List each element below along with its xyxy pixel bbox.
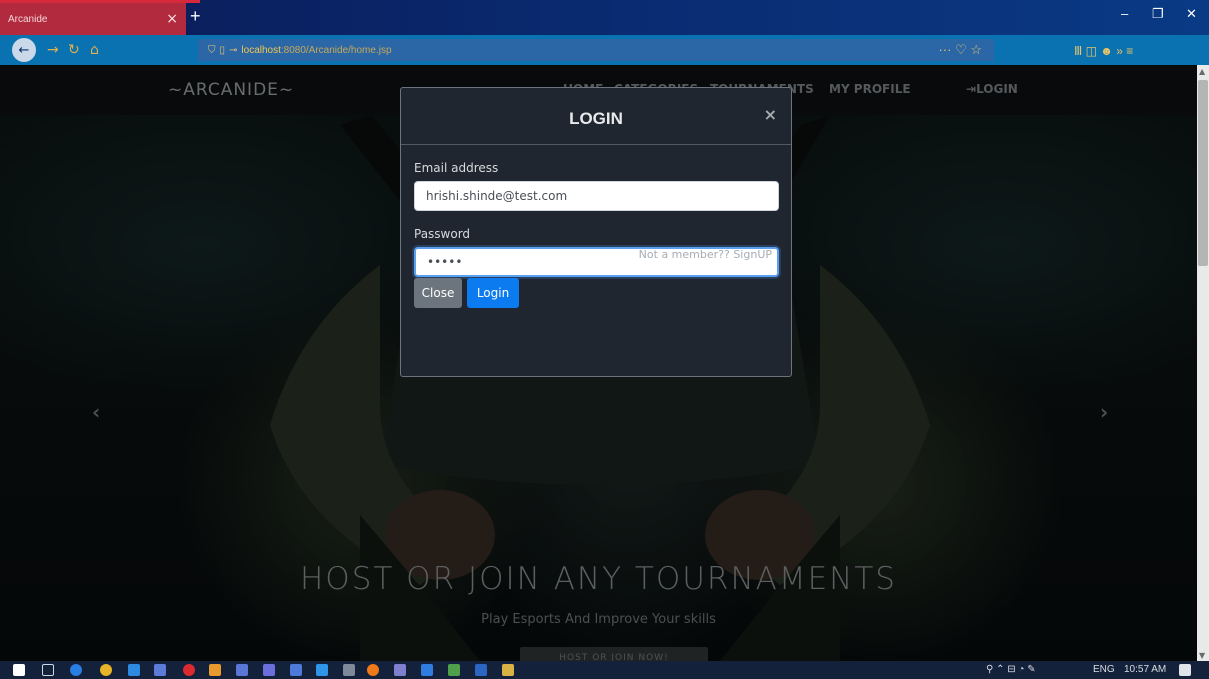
- app-icon-10[interactable]: [448, 664, 460, 676]
- new-tab-button[interactable]: +: [190, 6, 201, 27]
- tab-close-icon[interactable]: ×: [166, 11, 178, 27]
- email-label: Email address: [414, 161, 499, 175]
- browser-tab[interactable]: Arcanide ×: [0, 3, 186, 35]
- file-explorer-icon[interactable]: [502, 664, 514, 676]
- close-button[interactable]: Close: [414, 278, 462, 308]
- firefox-icon[interactable]: [367, 664, 379, 676]
- scrollbar-thumb[interactable]: [1198, 80, 1208, 266]
- url-bar[interactable]: ⛉ ▯ ⊸ localhost :8080/Arcanide/home.jsp …: [198, 39, 994, 61]
- app-icon-2[interactable]: [154, 664, 166, 676]
- minimize-button[interactable]: –: [1121, 6, 1128, 21]
- windows-start-icon[interactable]: [13, 664, 25, 676]
- scroll-up-icon[interactable]: ▲: [1199, 67, 1205, 76]
- url-actions[interactable]: ··· ♡ ☆: [938, 42, 982, 58]
- url-host: localhost: [241, 44, 281, 56]
- toolbar-extensions[interactable]: Ⅲ ◫ ☻ » ≡: [1074, 44, 1133, 58]
- app-icon-3[interactable]: [209, 664, 221, 676]
- tray-clock[interactable]: 10:57 AM: [1124, 664, 1166, 675]
- windows-taskbar: ⚲ ⌃ ⊟ ◔ ✎ ENG 10:57 AM: [0, 661, 1209, 679]
- tab-title: Arcanide: [8, 13, 48, 25]
- app-icon-7[interactable]: [343, 664, 355, 676]
- page-info-icon: ▯: [219, 44, 226, 56]
- app-icon-4[interactable]: [236, 664, 248, 676]
- login-button[interactable]: Login: [467, 278, 519, 308]
- app-icon-8[interactable]: [394, 664, 406, 676]
- opera-icon[interactable]: [183, 664, 195, 676]
- modal-close-icon[interactable]: ×: [764, 105, 777, 124]
- task-view-icon[interactable]: [42, 664, 54, 676]
- url-path: :8080/Arcanide/home.jsp: [280, 44, 392, 56]
- modal-header: LOGIN ×: [401, 88, 791, 145]
- forward-icon[interactable]: →: [47, 42, 59, 58]
- browser-navigation-bar: ← → ↻ ⌂ ⛉ ▯ ⊸ localhost :8080/Arcanide/h…: [0, 35, 1209, 65]
- app-icon-6[interactable]: [316, 664, 328, 676]
- tray-icons[interactable]: ⚲ ⌃ ⊟ ◔ ✎: [986, 664, 1036, 675]
- app-icon-1[interactable]: [70, 664, 82, 676]
- back-button[interactable]: ←: [12, 38, 36, 62]
- browser-tab-strip: Arcanide × + – ❐ ✕: [0, 0, 1209, 35]
- email-field[interactable]: [414, 181, 779, 211]
- word-icon[interactable]: [475, 664, 487, 676]
- login-modal: LOGIN × Email address Password Not a mem…: [400, 87, 792, 377]
- password-label: Password: [414, 227, 471, 241]
- chrome-icon[interactable]: [100, 664, 112, 676]
- signup-link[interactable]: Not a member?? SignUP: [639, 248, 772, 261]
- scroll-down-icon[interactable]: ▼: [1199, 651, 1205, 660]
- window-close-button[interactable]: ✕: [1186, 6, 1197, 22]
- tray-language[interactable]: ENG: [1093, 664, 1115, 675]
- home-icon[interactable]: ⌂: [90, 42, 99, 58]
- reload-icon[interactable]: ↻: [68, 42, 80, 58]
- teams-icon[interactable]: [290, 664, 302, 676]
- connection-icon: ⊸: [229, 44, 238, 56]
- web-page: ~ARCANIDE~ HOME CATEGORIES TOURNAMENTS M…: [0, 65, 1197, 661]
- app-icon-5[interactable]: [263, 664, 275, 676]
- restore-button[interactable]: ❐: [1152, 6, 1164, 22]
- app-icon-9[interactable]: [421, 664, 433, 676]
- shield-icon: ⛉: [208, 44, 216, 56]
- modal-title: LOGIN: [569, 109, 623, 128]
- notification-icon[interactable]: [1179, 664, 1191, 676]
- vscode-icon[interactable]: [128, 664, 140, 676]
